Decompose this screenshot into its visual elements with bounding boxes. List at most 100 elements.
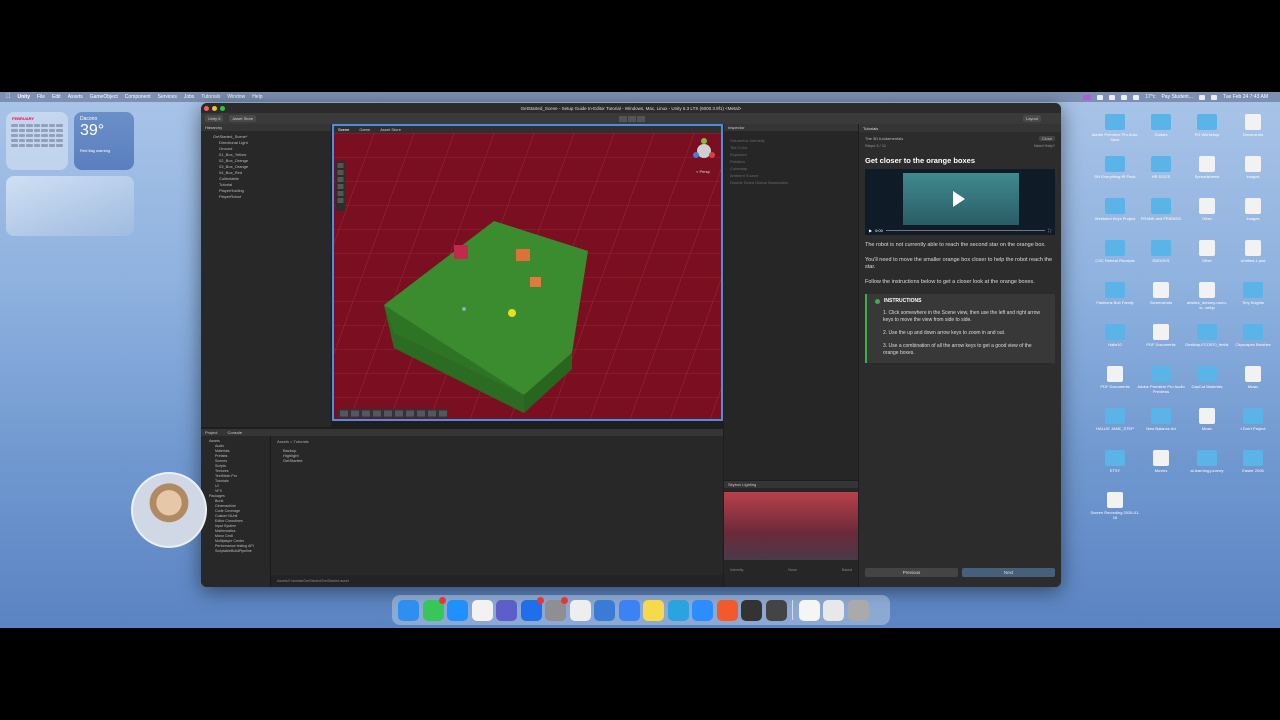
desktop-icon[interactable]: DH Everything IR Pack: [1090, 156, 1140, 179]
orange-box-large[interactable]: [516, 249, 530, 261]
document-icon[interactable]: [798, 599, 820, 621]
close-button[interactable]: Close: [1038, 136, 1055, 141]
previous-button[interactable]: Previous: [865, 568, 958, 577]
desktop-icon[interactable]: CSC Retreat Receipts: [1090, 240, 1140, 263]
inspector-row[interactable]: Ambient Source: [730, 172, 852, 179]
menu-edit[interactable]: Edit: [52, 94, 61, 100]
desktop-icon[interactable]: Music: [1182, 408, 1232, 431]
next-button[interactable]: Next: [962, 568, 1055, 577]
video-scrubber[interactable]: [885, 229, 1046, 231]
project-file[interactable]: GetStarted: [277, 458, 717, 463]
desktop-icon[interactable]: Weekend Keys Project: [1090, 198, 1140, 221]
inspector-row[interactable]: Double Sided Global Illumination: [730, 179, 852, 186]
desktop-icon[interactable]: Spreadsheets: [1182, 156, 1232, 179]
weather-widget[interactable]: Dacono 39° Red flag warning: [74, 112, 134, 170]
desktop-icon[interactable]: Documents: [1228, 114, 1278, 137]
pause-icon[interactable]: [628, 115, 636, 122]
overlay-tool-icon[interactable]: [373, 410, 381, 417]
creative-cloud-icon[interactable]: [823, 599, 844, 621]
desktop-icon[interactable]: Adobe Premiere Pro Audio Previews: [1136, 366, 1186, 394]
play-icon[interactable]: [953, 191, 965, 207]
view-tool-icon[interactable]: [337, 163, 344, 168]
preview-footer-right[interactable]: Baked: [842, 567, 852, 573]
overlay-tool-icon[interactable]: [395, 410, 403, 417]
desktop-icon[interactable]: PDF Documents: [1136, 324, 1186, 347]
desktop-icon[interactable]: Cityscapes Brushes: [1228, 324, 1278, 347]
desktop-icon[interactable]: Halle10: [1090, 324, 1140, 347]
desktop-icon[interactable]: ETSY: [1090, 450, 1140, 473]
teams-icon[interactable]: [496, 599, 517, 621]
fullscreen-icon[interactable]: ⛶: [1048, 228, 1051, 233]
calendar-widget[interactable]: FEBRUARY: [6, 112, 68, 170]
step-icon[interactable]: [637, 115, 645, 122]
desktop-icon[interactable]: Movies: [1136, 450, 1186, 473]
menu-assets[interactable]: Assets: [68, 94, 83, 100]
status-icon[interactable]: [1097, 94, 1104, 100]
account-button[interactable]: Unity 6: [205, 115, 224, 122]
inspector-row[interactable]: Exposure: [730, 151, 852, 158]
tab-asset-store[interactable]: Asset Store: [380, 127, 401, 132]
overlay-tool-icon[interactable]: [340, 410, 348, 417]
photo-widget[interactable]: [6, 176, 134, 236]
claude-icon[interactable]: [716, 599, 738, 621]
menu-tutorials[interactable]: Tutorials: [201, 94, 220, 100]
menu-window[interactable]: Window: [227, 94, 245, 100]
unity-hub-icon[interactable]: [741, 599, 762, 621]
desktop-icon[interactable]: New Balance Ad: [1136, 408, 1186, 431]
star-collectable[interactable]: [508, 309, 516, 317]
transform-tool-icon[interactable]: [337, 198, 344, 203]
menu-file[interactable]: File: [37, 94, 45, 100]
telegram-icon[interactable]: [667, 599, 689, 621]
tab-console[interactable]: Console: [227, 430, 242, 435]
play-icon[interactable]: [619, 115, 627, 122]
menu-component[interactable]: Component: [125, 94, 151, 100]
overlay-tool-icon[interactable]: [384, 410, 392, 417]
overlay-tool-icon[interactable]: [406, 410, 414, 417]
menu-jobs[interactable]: Jobs: [184, 94, 195, 100]
hierarchy-item[interactable]: PlayerRobot: [207, 194, 325, 200]
menu-app[interactable]: Unity: [18, 94, 31, 100]
desktop-icon[interactable]: Screenshots: [1136, 282, 1186, 305]
desktop-icon[interactable]: Screen Recording 2026-01-16: [1090, 492, 1140, 520]
desktop-icon[interactable]: ai-learning-journey: [1182, 450, 1232, 473]
tutorial-video[interactable]: ▶ 0:00 ⛶: [865, 169, 1055, 235]
inspector-row[interactable]: Cubemap: [730, 165, 852, 172]
layout-dropdown[interactable]: Layout: [1022, 115, 1041, 122]
inspector-row[interactable]: Tint Color: [730, 144, 852, 151]
desktop-icon[interactable]: Other: [1182, 198, 1232, 221]
video-play-icon[interactable]: ▶: [869, 228, 872, 233]
desktop-icon[interactable]: Tiny Knights: [1228, 282, 1278, 305]
desktop-icon[interactable]: HALLIE JANE_STEP: [1090, 408, 1140, 431]
desktop-icon[interactable]: Fashions Bob Family: [1090, 282, 1140, 305]
chrome-icon[interactable]: [471, 599, 493, 621]
outlook-icon[interactable]: [520, 596, 544, 621]
trash-icon[interactable]: [847, 599, 869, 621]
tab-game[interactable]: Game: [359, 127, 370, 132]
desktop-icon[interactable]: PG Workshop: [1182, 114, 1232, 137]
launchpad-icon[interactable]: [569, 599, 591, 621]
desktop-icon[interactable]: Images: [1228, 198, 1278, 221]
asset-store-button[interactable]: Asset Store: [229, 115, 257, 122]
overlay-tool-icon[interactable]: [439, 410, 447, 417]
orange-box-small[interactable]: [530, 277, 541, 287]
desktop-icon[interactable]: FRANK and FRIENDS: [1136, 198, 1186, 221]
menu-services[interactable]: Services: [158, 94, 177, 100]
robot[interactable]: [462, 307, 466, 311]
status-icon[interactable]: [1133, 94, 1140, 100]
desktop-icon[interactable]: Desktop-FCO570_fenbk: [1182, 324, 1232, 347]
project-breadcrumb[interactable]: Assets > Tutorials: [271, 436, 723, 448]
recording-icon[interactable]: [1083, 94, 1092, 100]
tab-inspector[interactable]: Inspector: [728, 125, 744, 130]
need-help-link[interactable]: Need Help?: [1034, 143, 1055, 148]
notes-icon[interactable]: [643, 599, 664, 621]
desktop-icon[interactable]: CapCut Materials: [1182, 366, 1232, 389]
inspector-row[interactable]: Rotation: [730, 158, 852, 165]
desktop-icon[interactable]: Adobe Premiere Pro Auto-Save: [1090, 114, 1140, 142]
menu-gameobject[interactable]: GameObject: [90, 94, 118, 100]
overlay-tool-icon[interactable]: [417, 410, 425, 417]
persp-label[interactable]: < Persp: [696, 169, 711, 174]
desktop-icon[interactable]: HR DOCS: [1136, 156, 1186, 179]
tab-tutorials[interactable]: Tutorials: [859, 124, 1061, 132]
desktop-icon[interactable]: Music: [1228, 366, 1278, 389]
zoom-icon[interactable]: [692, 599, 713, 621]
